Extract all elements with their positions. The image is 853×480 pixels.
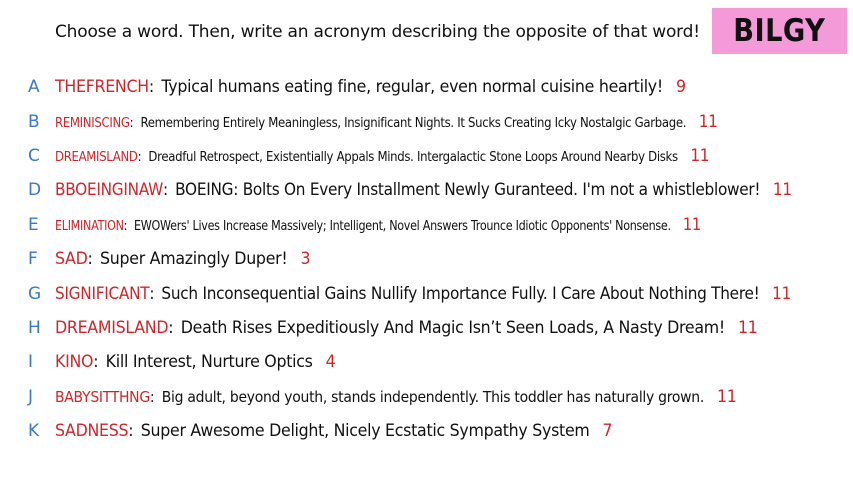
prompt-text: Choose a word. Then, write an acronym de… [55,22,700,42]
list-item: A THEFRENCH: Typical humans eating fine, … [0,70,853,104]
item-colon: : [128,421,134,442]
item-content: ELIMINATION: EWOWers' Lives Increase Mass… [55,215,701,235]
item-count: 11 [698,111,718,132]
item-acronym: Death Rises Expeditiously And Magic Isn’… [180,317,726,338]
item-colon: : [163,180,168,201]
item-word: SADNESS [55,421,129,442]
list-item: K SADNESS: Super Awesome Delight, Nicely … [0,414,853,448]
item-word: DREAMISLAND [55,317,169,338]
item-letter: F [28,249,38,270]
item-content: BABYSITTHNG: Big adult, beyond youth, sta… [55,387,737,407]
item-colon: : [123,218,128,234]
item-letter: K [28,421,40,442]
item-letter: B [28,111,40,132]
item-word: ELIMINATION [55,218,124,234]
item-count: 9 [675,77,686,98]
list-item: D BBOEINGINAW: BOEING: Bolts On Every Ins… [0,173,853,207]
item-colon: : [149,283,155,304]
item-count: 11 [737,317,758,338]
item-content: REMINISCING: Remembering Entirely Meaning… [55,112,718,132]
item-colon: : [149,387,155,406]
item-content: SAD: Super Amazingly Duper! 3 [55,249,311,270]
item-acronym: Kill Interest, Nurture Optics [105,352,313,373]
item-colon: : [129,115,134,131]
item-acronym: Such Inconsequential Gains Nullify Impor… [161,283,760,304]
item-acronym: Big adult, beyond youth, stands independ… [161,387,705,406]
item-content: DREAMISLAND: Dreadful Retrospect, Existen… [55,145,710,166]
list-item: B REMINISCING: Remembering Entirely Meani… [0,104,853,138]
item-count: 11 [682,214,701,235]
item-count: 11 [772,283,792,304]
item-count: 7 [602,421,613,442]
list-item: J BABYSITTHNG: Big adult, beyond youth, s… [0,380,853,414]
item-acronym: Typical humans eating fine, regular, eve… [161,77,663,98]
item-count: 11 [717,386,737,407]
list-item: H DREAMISLAND: Death Rises Expeditiously … [0,311,853,345]
item-colon: : [137,149,142,165]
item-acronym: Super Amazingly Duper! [99,249,288,270]
item-letter: C [28,145,40,166]
item-acronym: Remembering Entirely Meaningless, Insign… [140,115,687,131]
list-item: F SAD: Super Amazingly Duper! 3 [0,242,853,276]
item-count: 11 [772,180,792,201]
item-content: SIGNIFICANT: Such Inconsequential Gains N… [55,284,791,304]
item-acronym: BOEING: Bolts On Every Installment Newly… [175,180,761,201]
item-letter: A [28,77,40,98]
item-letter: J [28,386,34,407]
item-content: DREAMISLAND: Death Rises Expeditiously An… [55,318,758,338]
item-word: KINO [55,352,94,373]
brand-badge: BILGY [712,8,847,54]
item-letter: D [28,180,42,201]
item-count: 3 [300,249,311,270]
item-content: KINO: Kill Interest, Nurture Optics 4 [55,352,336,373]
item-acronym: Super Awesome Delight, Nicely Ecstatic S… [140,421,590,442]
item-word: THEFRENCH [55,77,149,98]
item-word: DREAMISLAND [55,149,138,165]
item-acronym: Dreadful Retrospect, Existentially Appal… [148,149,678,165]
item-word: SAD [55,249,88,270]
item-content: BBOEINGINAW: BOEING: Bolts On Every Insta… [55,180,792,200]
item-acronym: EWOWers' Lives Increase Massively; Intel… [134,218,671,234]
item-word: BBOEINGINAW [55,180,163,201]
item-colon: : [168,317,174,338]
item-word: SIGNIFICANT [55,283,150,304]
item-colon: : [93,352,99,373]
item-colon: : [87,249,93,270]
list-item: I KINO: Kill Interest, Nurture Optics 4 [0,345,853,379]
list-item: C DREAMISLAND: Dreadful Retrospect, Exist… [0,139,853,173]
brand-name: BILGY [733,13,826,49]
list-item: E ELIMINATION: EWOWers' Lives Increase Ma… [0,208,853,242]
item-letter: I [28,352,34,373]
item-letter: H [28,317,41,338]
item-content: SADNESS: Super Awesome Delight, Nicely Ec… [55,421,613,442]
item-letter: G [28,283,42,304]
item-letter: E [28,214,39,235]
item-word: BABYSITTHNG [55,387,150,406]
item-count: 4 [325,352,336,373]
item-content: THEFRENCH: Typical humans eating fine, re… [55,77,686,97]
item-count: 11 [690,145,710,166]
item-word: REMINISCING [55,115,130,131]
item-colon: : [148,77,154,98]
list-item: G SIGNIFICANT: Such Inconsequential Gains… [0,276,853,310]
entry-list: A THEFRENCH: Typical humans eating fine, … [0,70,853,448]
